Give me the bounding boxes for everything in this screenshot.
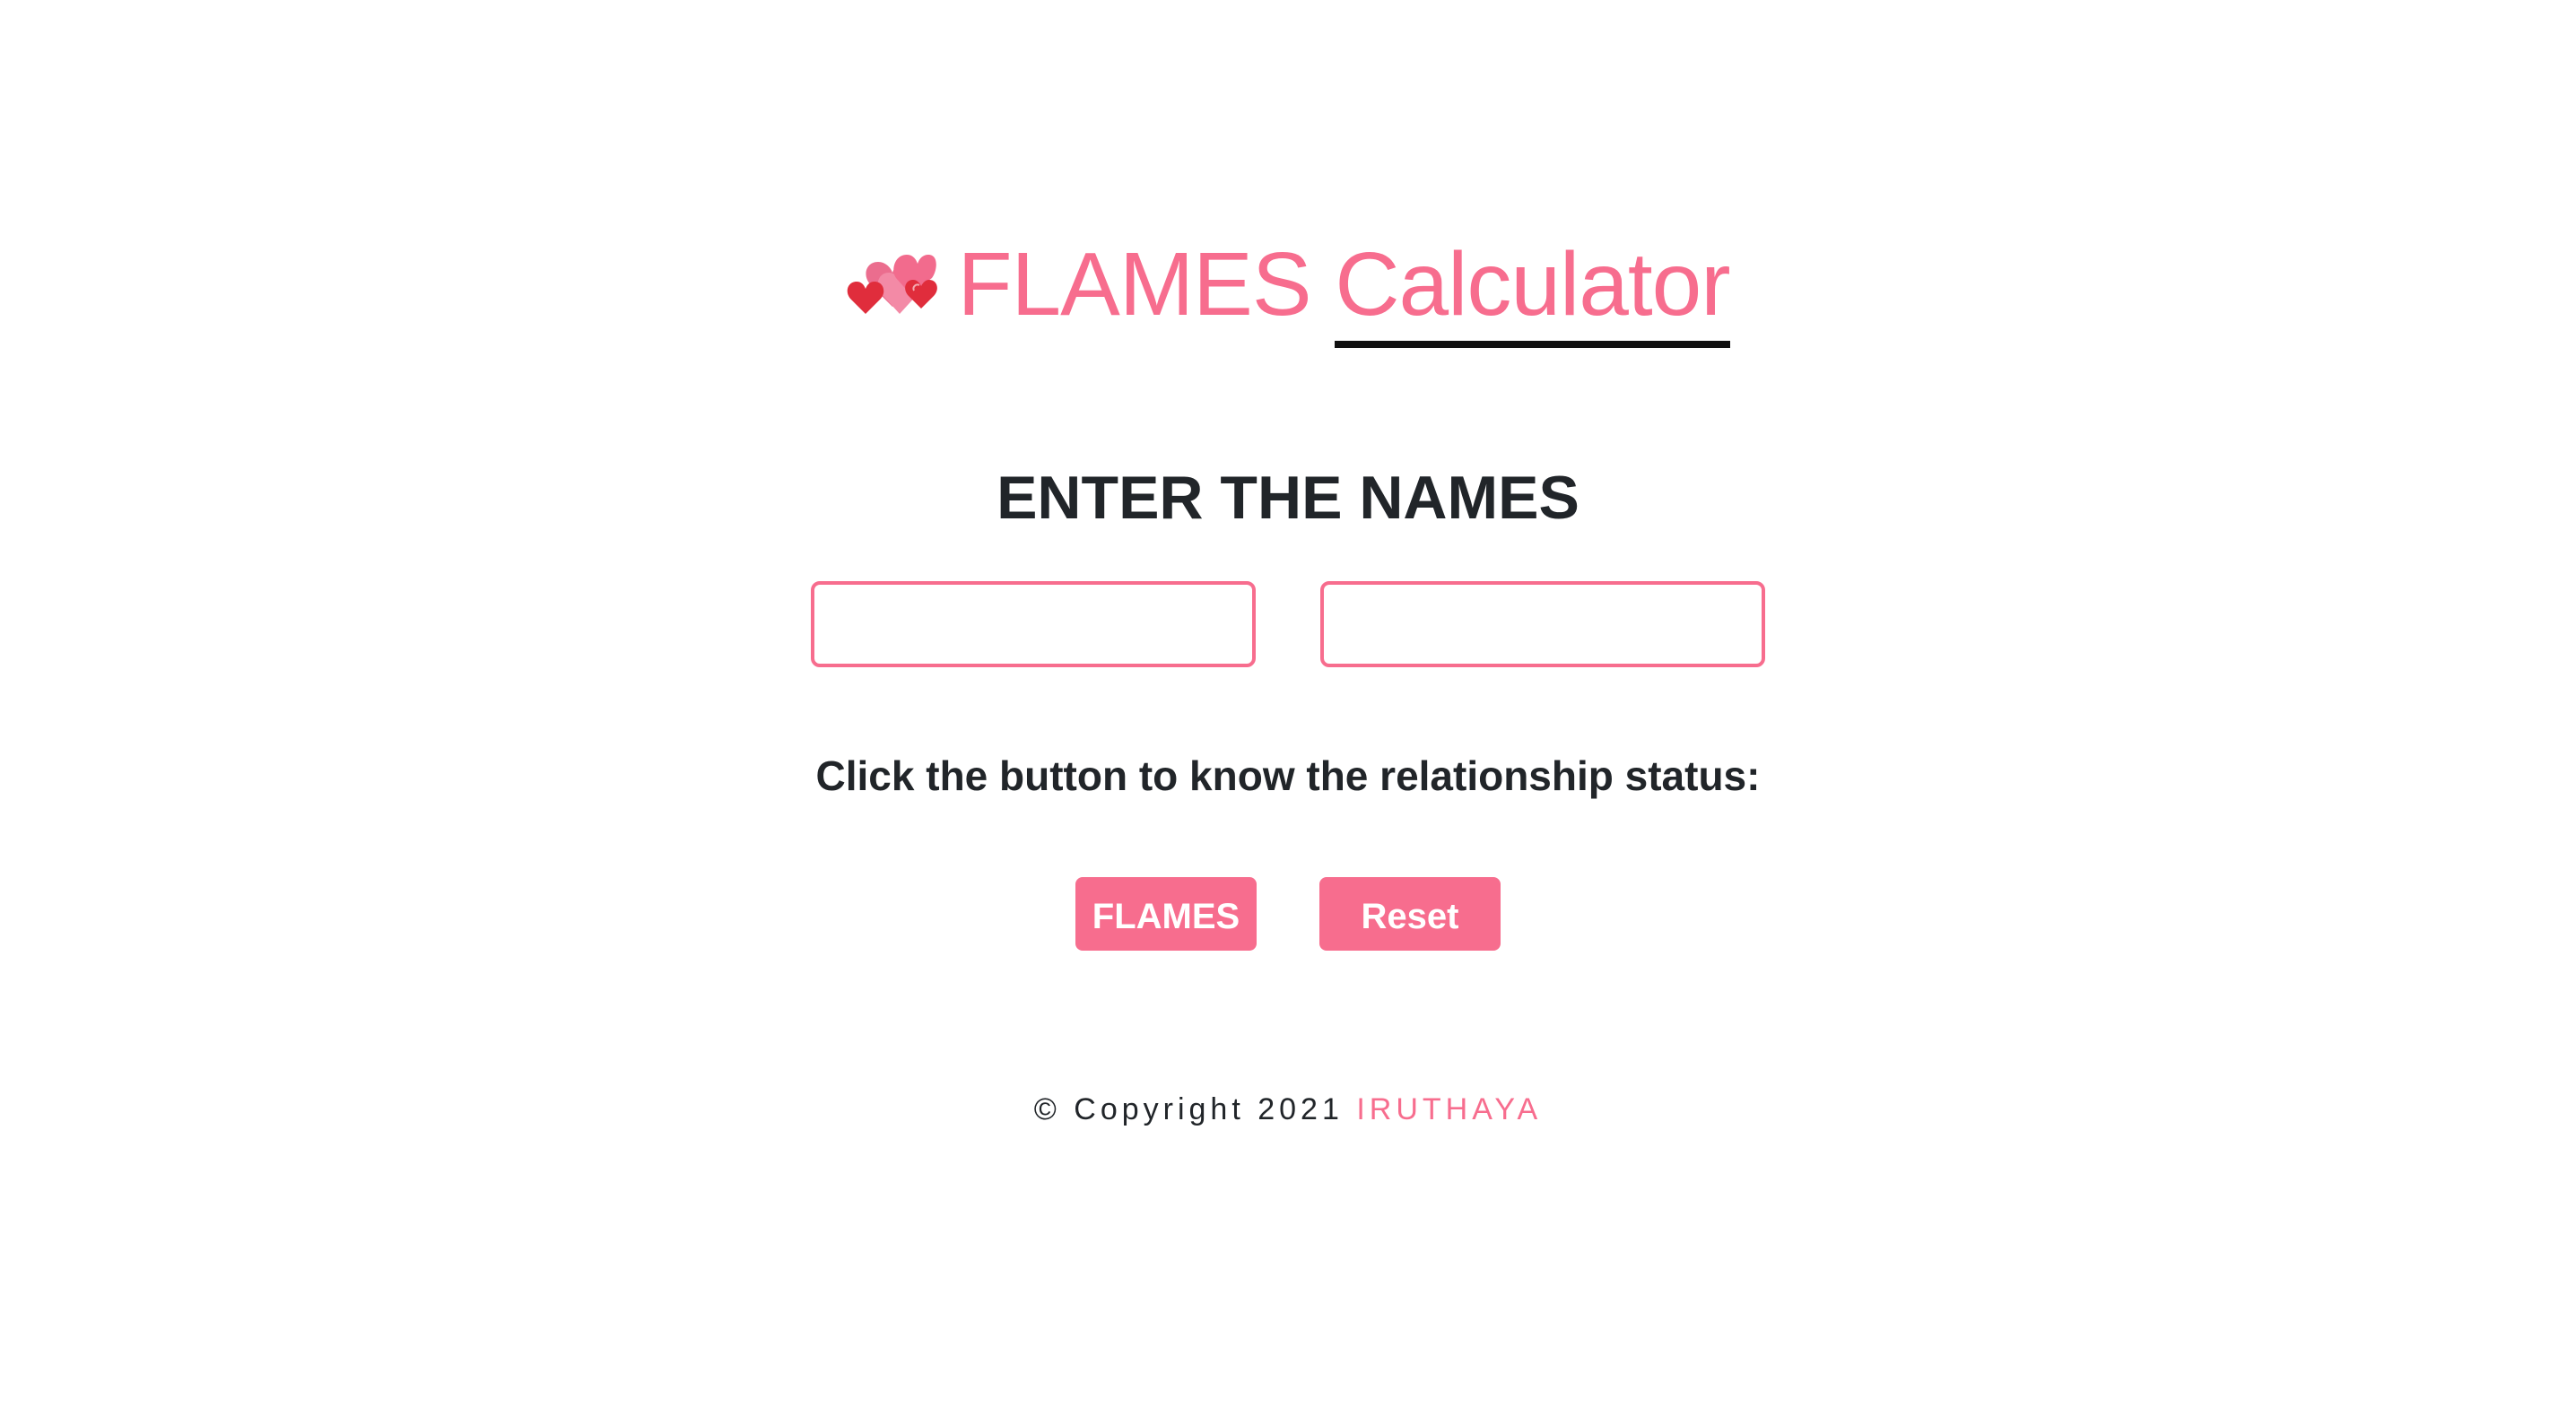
title-flames: FLAMES	[957, 234, 1336, 335]
second-name-input[interactable]	[1320, 581, 1765, 667]
instruction-text: Click the button to know the relationshi…	[815, 752, 1761, 799]
action-buttons: FLAMES Reset	[0, 877, 2576, 951]
page-title: FLAMES Calculator	[0, 235, 2576, 348]
reset-button[interactable]: Reset	[1319, 877, 1501, 951]
footer: © Copyright 2021 IRUTHAYA	[0, 1092, 2576, 1127]
first-name-input[interactable]	[811, 581, 1256, 667]
title-calculator: Calculator	[1335, 235, 1731, 348]
copyright-text: © Copyright 2021	[1033, 1092, 1357, 1126]
enter-names-heading: ENTER THE NAMES	[996, 464, 1580, 532]
author-link[interactable]: IRUTHAYA	[1356, 1092, 1542, 1126]
hearts-icon	[848, 255, 938, 314]
page-title-inner: FLAMES Calculator	[846, 234, 1731, 348]
page: FLAMES Calculator ENTER THE NAMES Click …	[0, 0, 2576, 1417]
name-inputs	[0, 581, 2576, 667]
flames-button[interactable]: FLAMES	[1075, 877, 1257, 951]
